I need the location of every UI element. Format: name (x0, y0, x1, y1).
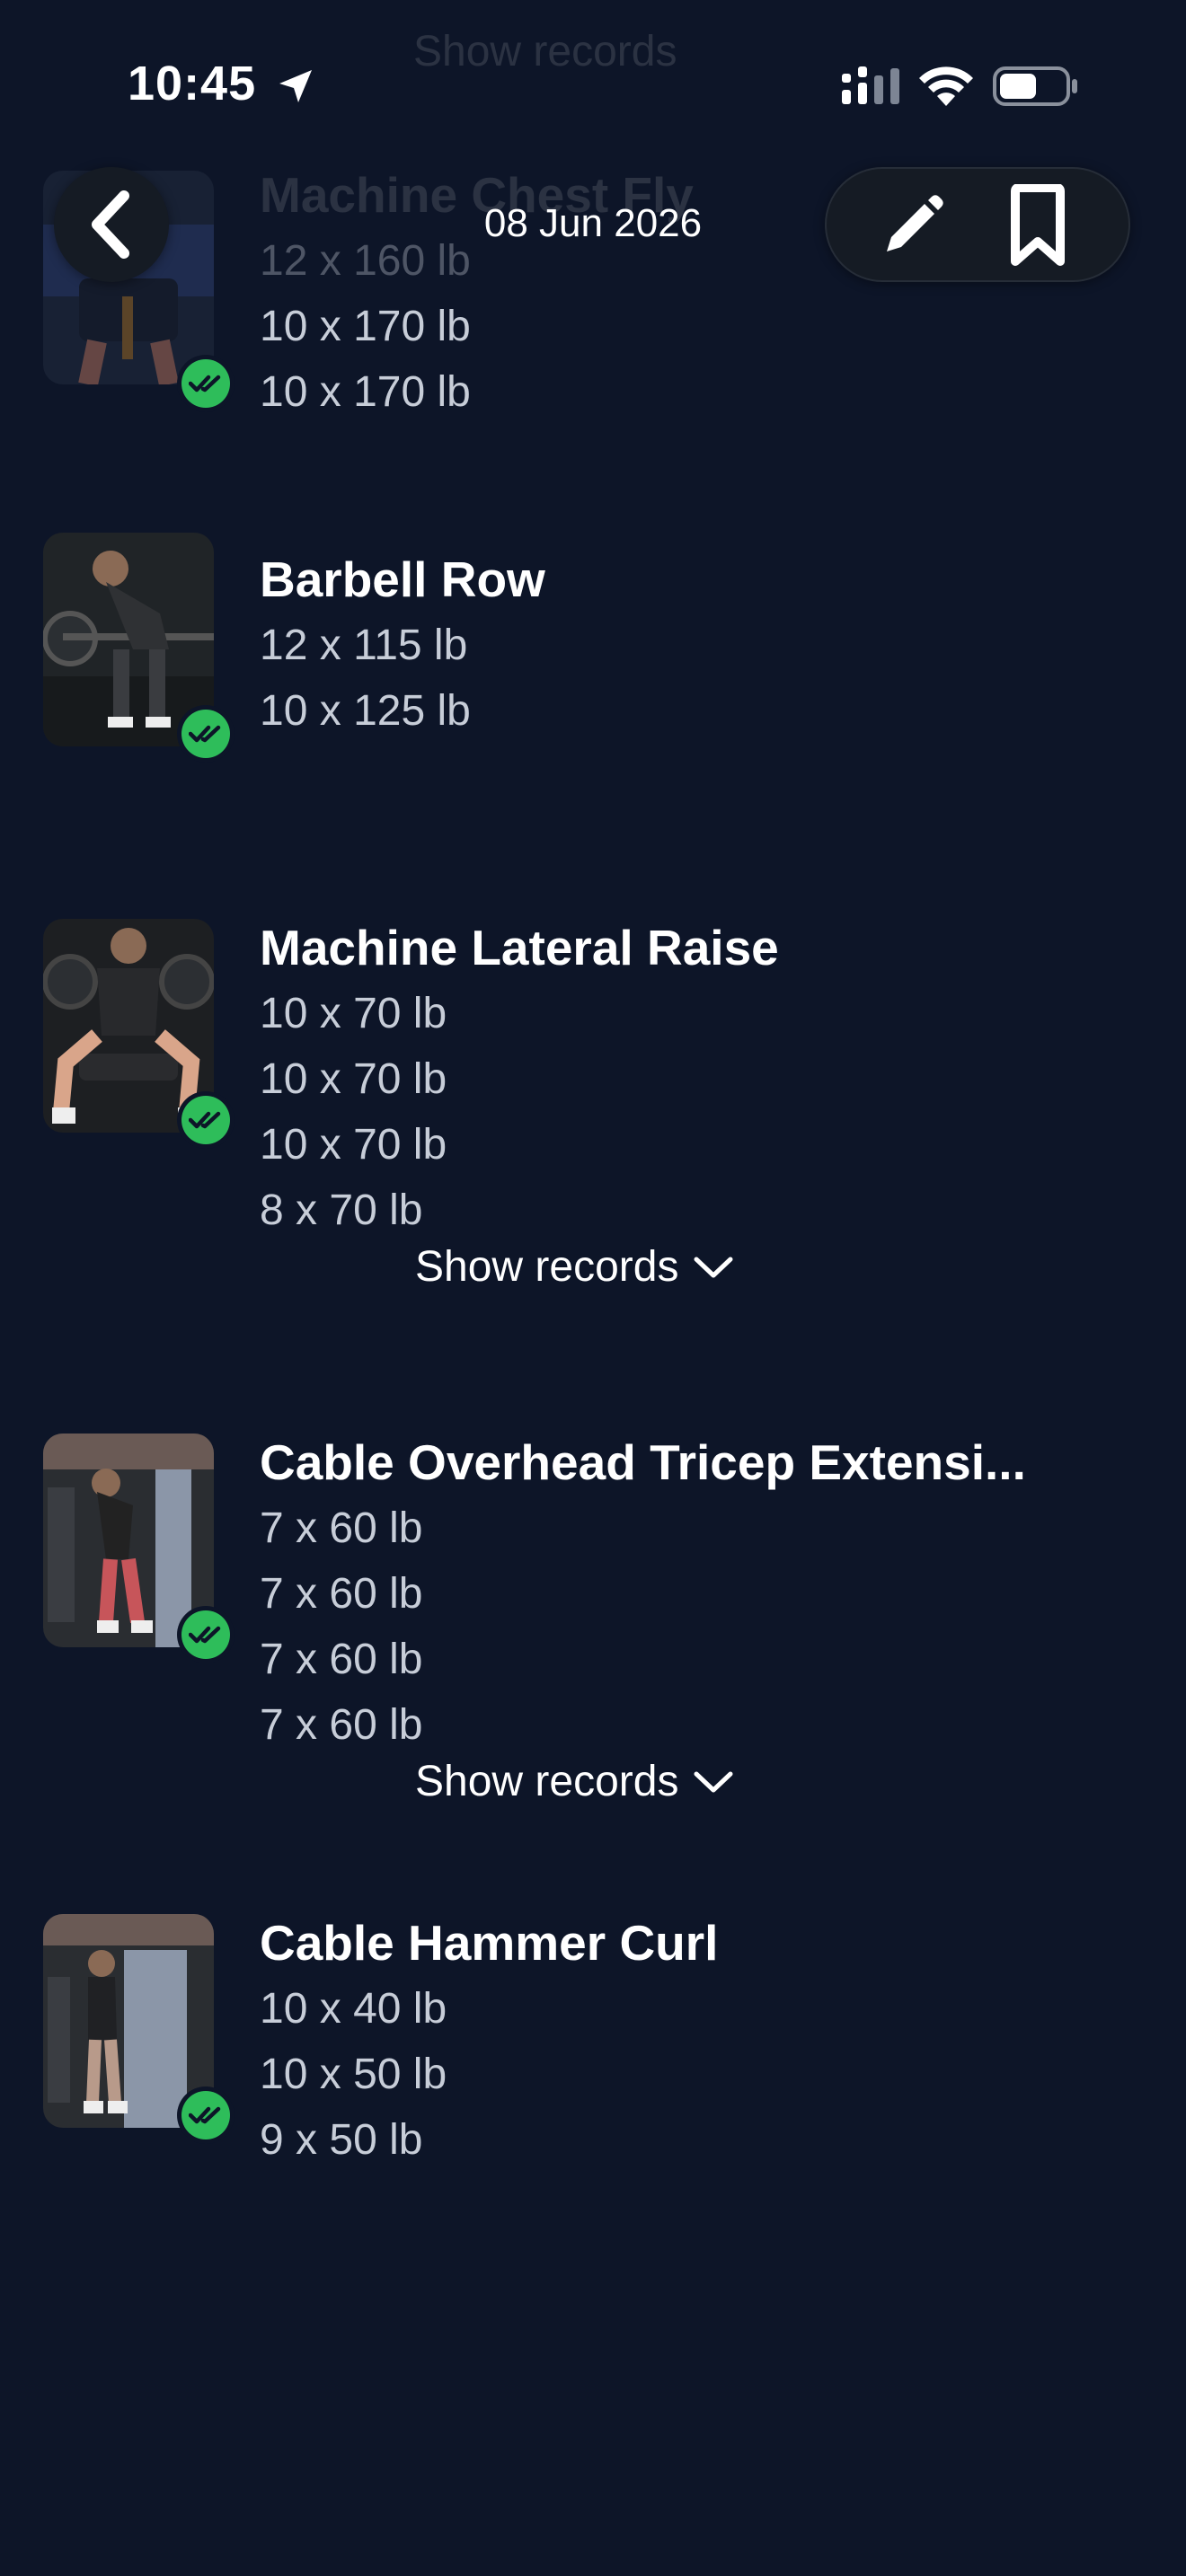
exercise-name: Barbell Row (260, 551, 545, 607)
set-list: 12 x 160 lb 10 x 170 lb 10 x 170 lb (260, 228, 471, 425)
set-line: 10 x 125 lb (260, 687, 471, 735)
completed-badge (177, 705, 235, 763)
location-arrow-icon (279, 70, 312, 102)
show-records-label: Show records (415, 1243, 679, 1291)
set-line: 7 x 60 lb (260, 1636, 423, 1683)
show-records-button[interactable]: Show records (415, 1242, 734, 1292)
show-records-button[interactable]: Show records (415, 1757, 734, 1806)
set-line: 8 x 70 lb (260, 1187, 423, 1234)
set-line: 10 x 50 lb (260, 2051, 447, 2098)
double-check-icon (189, 2106, 221, 2124)
signal-icon (842, 66, 899, 104)
set-line: 9 x 50 lb (260, 2116, 423, 2164)
edit-button[interactable] (867, 181, 957, 271)
set-list: 12 x 115 lb 10 x 125 lb (260, 613, 471, 744)
wifi-icon (919, 66, 973, 106)
bookmark-icon (1011, 184, 1065, 266)
set-line: 10 x 170 lb (260, 303, 471, 350)
double-check-icon (189, 1111, 221, 1129)
set-line: 7 x 60 lb (260, 1504, 423, 1552)
double-check-icon (189, 375, 221, 393)
double-check-icon (189, 1626, 221, 1644)
set-line: 10 x 170 lb (260, 368, 471, 416)
set-line: 7 x 60 lb (260, 1570, 423, 1618)
completed-badge (177, 1091, 235, 1149)
set-line: 10 x 70 lb (260, 1055, 447, 1103)
chevron-down-icon (694, 1771, 733, 1792)
completed-badge (177, 355, 235, 412)
chevron-down-icon (694, 1257, 733, 1277)
set-line: 12 x 115 lb (260, 622, 468, 669)
set-list: 7 x 60 lb 7 x 60 lb 7 x 60 lb 7 x 60 lb (260, 1495, 422, 1758)
exercise-name: Machine Lateral Raise (260, 920, 779, 975)
set-line: 10 x 70 lb (260, 990, 447, 1037)
completed-badge (177, 1606, 235, 1663)
bookmark-button[interactable] (993, 181, 1083, 271)
set-line: 7 x 60 lb (260, 1701, 423, 1749)
header-actions (825, 167, 1130, 282)
double-check-icon (189, 725, 221, 743)
show-records-label: Show records (415, 1758, 679, 1805)
completed-badge (177, 2086, 235, 2144)
set-list: 10 x 40 lb 10 x 50 lb 9 x 50 lb (260, 1976, 447, 2173)
exercise-name: Cable Hammer Curl (260, 1915, 719, 1971)
set-list: 10 x 70 lb 10 x 70 lb 10 x 70 lb 8 x 70 … (260, 981, 447, 1243)
exercise-name: Cable Overhead Tricep Extensi... (260, 1434, 1026, 1490)
set-line: 10 x 70 lb (260, 1121, 447, 1169)
pencil-icon (887, 195, 943, 251)
status-time: 10:45 (128, 57, 257, 110)
status-bar: 10:45 (0, 0, 1186, 171)
set-line: 10 x 40 lb (260, 1985, 447, 2033)
battery-icon (993, 66, 1077, 106)
